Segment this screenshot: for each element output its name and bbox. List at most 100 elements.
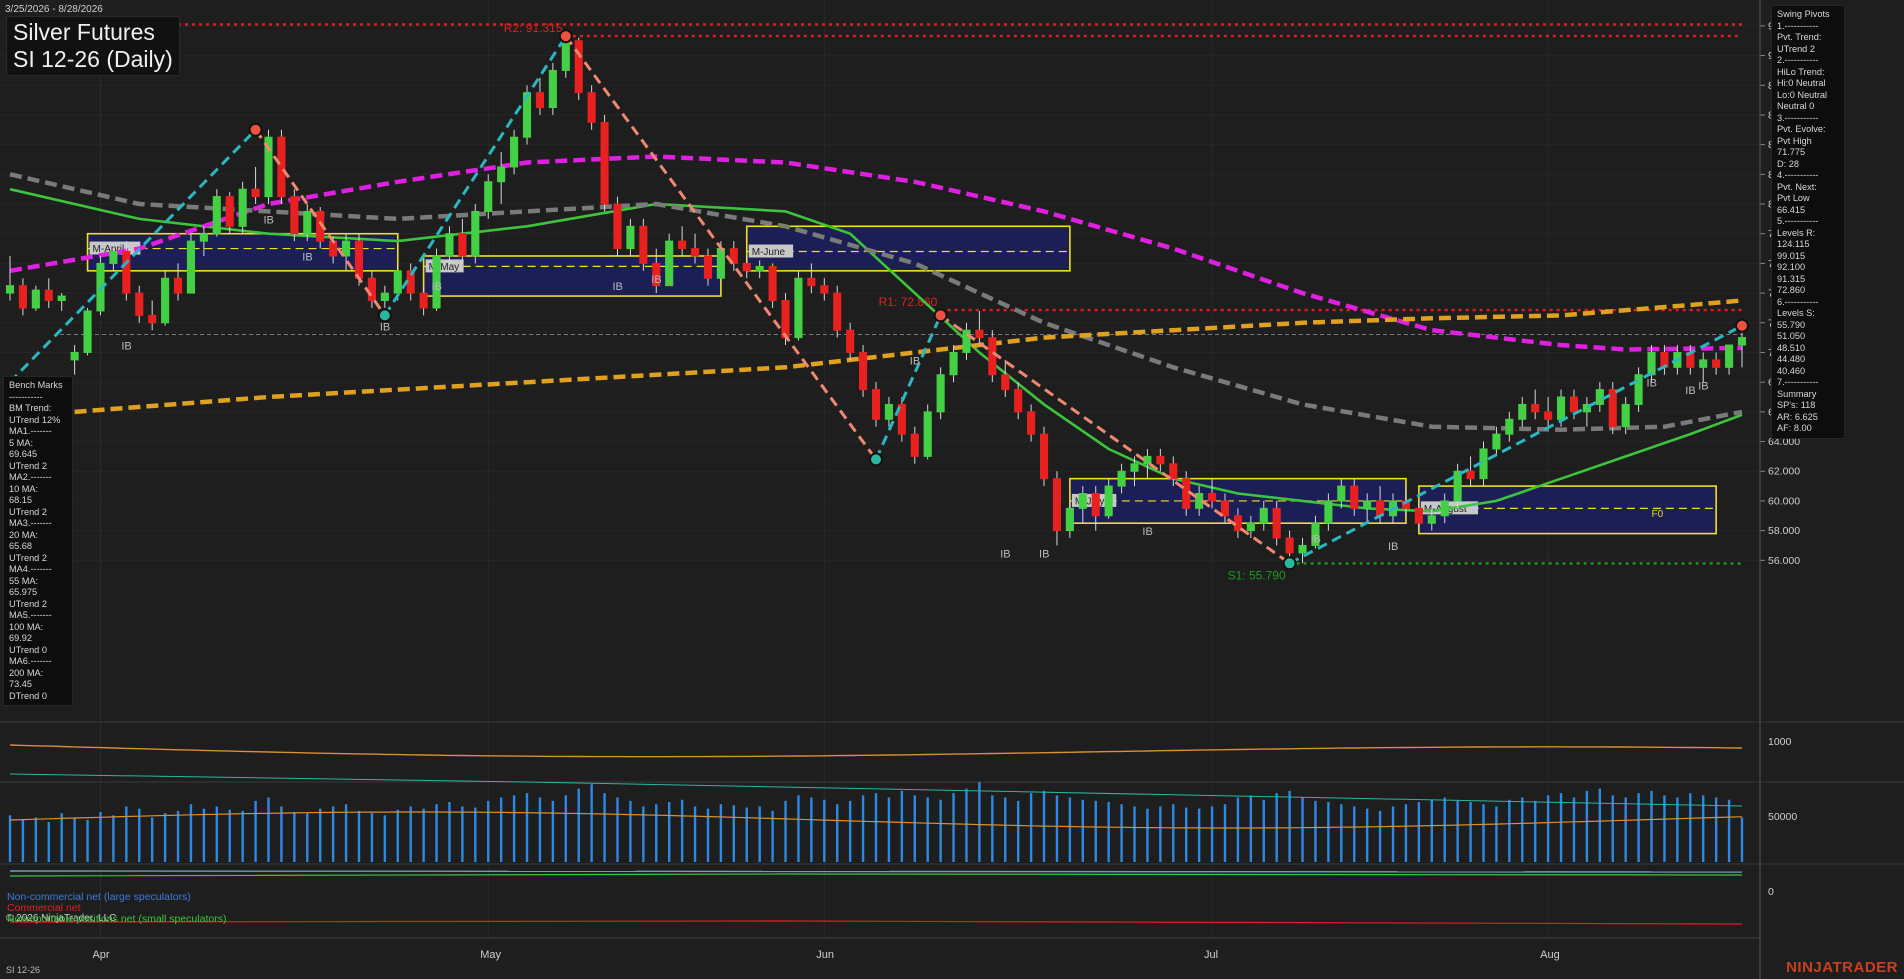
- candle-body: [393, 270, 402, 294]
- price-tick-label: 58.000: [1768, 525, 1800, 537]
- candle-body: [445, 233, 454, 257]
- inside-bar-label: IB: [651, 274, 661, 286]
- panel-line: 71.775: [1777, 147, 1806, 157]
- candle-body: [1634, 374, 1643, 405]
- candle-body: [290, 196, 299, 235]
- candle-body: [1544, 411, 1553, 420]
- cot-large-spec-line: [9, 870, 1743, 873]
- f0-label: F0: [1652, 509, 1664, 520]
- panel-line: UTrend 12%: [9, 414, 61, 425]
- panel-line: -----------: [9, 391, 43, 402]
- panel-line: Levels S:: [1777, 308, 1815, 318]
- candle-body: [949, 351, 958, 376]
- pivot-level-label: S1: 55.790: [1228, 568, 1286, 582]
- candle-body: [251, 188, 260, 198]
- panel-line: 72.860: [1777, 285, 1806, 295]
- candle-body: [510, 136, 519, 168]
- candle-body: [18, 285, 27, 309]
- panel-line: 7.-----------: [1777, 377, 1819, 387]
- candle-body: [1414, 507, 1423, 524]
- panel-line: Pvt. Next:: [1777, 181, 1817, 192]
- inside-bar-label: IB: [121, 341, 131, 353]
- candle-body: [1027, 411, 1036, 435]
- legend-entry: Nonreportable positions net (small specu…: [7, 913, 227, 925]
- candle-body: [1156, 455, 1165, 465]
- bench-marks-panel: Bench Marks ----------- BM Trend: UTrend 12…: [3, 376, 73, 706]
- candle-body: [962, 329, 971, 353]
- candle-body: [716, 248, 725, 279]
- panel-line: MA1.-------: [9, 426, 52, 436]
- panel-line: Lo:0 Neutral: [1777, 89, 1828, 100]
- candle-body: [910, 433, 919, 457]
- date-range: 3/25/2026 - 8/28/2026: [5, 4, 103, 15]
- swing-pivot-marker: [558, 29, 573, 44]
- candle-body: [5, 285, 15, 294]
- panel-line: AF: 8.00: [1777, 423, 1812, 433]
- candle-body: [665, 240, 674, 287]
- panel-line: 51.050: [1777, 331, 1806, 341]
- candle-body: [1285, 537, 1294, 554]
- candle-body: [1272, 507, 1281, 539]
- candle-body: [1039, 433, 1049, 480]
- oi-tick-label: 1000: [1768, 736, 1792, 748]
- candle-body: [1556, 396, 1566, 420]
- candle-body: [1117, 470, 1126, 487]
- candle-body: [484, 181, 493, 212]
- panel-line: MA5.-------: [9, 610, 52, 620]
- panel-line: MA2.-------: [9, 472, 52, 482]
- price-chart-canvas[interactable]: M-AprilM-MayM-JuneM-JulyM-August R2: 91.…: [0, 0, 1904, 979]
- candle-body: [380, 292, 389, 302]
- candle-body: [1440, 500, 1449, 517]
- panel-line: 48.510: [1777, 342, 1806, 353]
- chart-title-box: Silver Futures SI 12-26 (Daily): [6, 16, 180, 76]
- value-area-label: M-June: [752, 247, 786, 258]
- price-tick-label: 56.000: [1768, 555, 1800, 567]
- swing-pivot-marker: [1735, 318, 1749, 333]
- candle-body: [458, 233, 467, 257]
- panel-line: Pvt. Evolve:: [1777, 124, 1826, 134]
- panel-line: UTrend 0: [9, 644, 47, 655]
- candle-body: [1091, 493, 1100, 517]
- candle-body: [1699, 359, 1708, 368]
- candle-body: [367, 277, 376, 302]
- swing-pivot-marker: [869, 452, 883, 467]
- candle-body: [871, 389, 881, 420]
- value-area-box: [422, 255, 722, 297]
- candle-body: [626, 225, 635, 250]
- candle-body: [1466, 470, 1475, 480]
- candle-body: [1130, 463, 1139, 472]
- panel-line: 69.645: [9, 449, 38, 459]
- candle-body: [44, 289, 53, 302]
- candle-body: [768, 265, 777, 302]
- candle-body: [742, 262, 751, 272]
- panel-line: HiLo Trend:: [1777, 66, 1825, 77]
- panel-line: 65.975: [9, 587, 38, 597]
- candle-body: [212, 196, 221, 235]
- pivot-level-label: R2: 91.315: [504, 21, 563, 35]
- candle-body: [199, 233, 208, 242]
- candle-body: [1259, 507, 1268, 524]
- candle-body: [70, 351, 79, 361]
- panel-line: 3.-----------: [1777, 112, 1819, 123]
- swing-pivot-marker: [933, 308, 948, 323]
- candle-body: [794, 277, 803, 339]
- panel-line: 10 MA:: [9, 483, 39, 494]
- panel-line: 92.100: [1777, 262, 1806, 272]
- candle-body: [1246, 522, 1255, 532]
- candle-body: [678, 240, 687, 250]
- swing-pivot-marker: [377, 308, 392, 323]
- panel-line: Pvt Low: [1777, 193, 1810, 203]
- panel-line: 40.460: [1777, 365, 1806, 376]
- candle-body: [173, 277, 183, 294]
- month-label: Jun: [816, 949, 834, 961]
- panel-line: 5 MA:: [9, 437, 33, 448]
- panel-line: 68.15: [9, 495, 32, 505]
- candle-body: [923, 411, 932, 457]
- panel-line: UTrend 2: [9, 506, 47, 517]
- panel-line: 65.68: [9, 541, 32, 551]
- candle-body: [83, 310, 92, 353]
- candle-body: [238, 188, 247, 227]
- candle-body: [148, 314, 157, 324]
- candle-body: [161, 277, 170, 324]
- candle-body: [31, 289, 40, 309]
